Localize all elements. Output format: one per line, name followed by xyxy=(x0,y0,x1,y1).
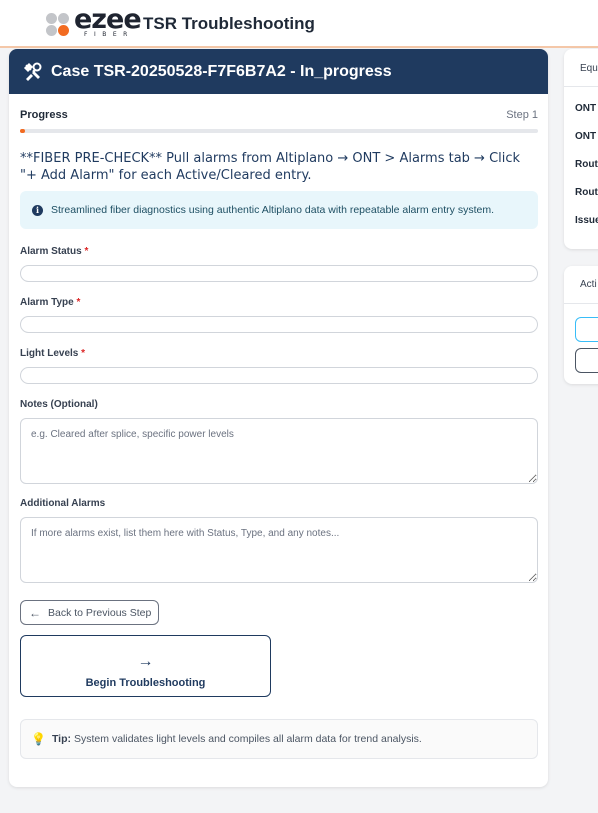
arrow-right-icon: → xyxy=(137,653,154,670)
alarm-type-input[interactable] xyxy=(20,316,538,333)
progress-bar xyxy=(20,129,538,133)
actions-card: Acti xyxy=(564,266,598,384)
tip-label: Tip: xyxy=(51,733,72,745)
alarm-type-label: Alarm Type * xyxy=(20,297,81,308)
equipment-row: Rout xyxy=(575,187,598,198)
case-header: Case TSR-20250528-F7F6B7A2 - In_progress xyxy=(9,49,548,94)
app-title: TSR Troubleshooting xyxy=(143,14,315,33)
actions-card-header: Acti xyxy=(564,266,598,304)
step-instruction: **FIBER PRE-CHECK** Pull alarms from Alt… xyxy=(20,151,521,183)
action-button-primary[interactable] xyxy=(575,317,598,342)
tip-text: System validates light levels and compil… xyxy=(74,733,422,745)
case-card: Case TSR-20250528-F7F6B7A2 - In_progress… xyxy=(9,49,548,787)
begin-troubleshooting-button[interactable]: → Begin Troubleshooting xyxy=(20,635,271,697)
begin-button-label: Begin Troubleshooting xyxy=(85,677,206,689)
top-bar: ezee FIBER TSR Troubleshooting xyxy=(0,0,598,48)
arrow-left-icon: ← xyxy=(29,605,41,620)
alarm-status-input[interactable] xyxy=(20,265,538,282)
info-banner: i Streamlined fiber diagnostics using au… xyxy=(20,191,538,229)
equipment-card: Equ ONT ONT Rout Rout Issue xyxy=(564,49,598,249)
tools-icon xyxy=(23,62,42,81)
step-label: Step 1 xyxy=(506,109,538,121)
info-text: Streamlined fiber diagnostics using auth… xyxy=(51,204,494,216)
alarm-status-label: Alarm Status * xyxy=(20,246,89,257)
additional-alarms-textarea[interactable] xyxy=(20,517,538,583)
back-button[interactable]: ← Back to Previous Step xyxy=(20,600,159,625)
ezee-fiber-logo[interactable]: ezee FIBER xyxy=(46,5,142,39)
info-icon: i xyxy=(32,204,43,216)
equipment-card-header: Equ xyxy=(564,49,598,87)
progress-row: Progress Step 1 xyxy=(20,109,538,121)
progress-label: Progress xyxy=(20,109,68,121)
logo-dots-icon xyxy=(46,11,74,39)
lightbulb-icon: 💡 xyxy=(31,732,46,746)
logo-subtext: FIBER xyxy=(84,31,134,38)
notes-textarea[interactable] xyxy=(20,418,538,484)
light-levels-label: Light Levels * xyxy=(20,348,86,359)
back-button-label: Back to Previous Step xyxy=(48,606,152,619)
case-title: Case TSR-20250528-F7F6B7A2 - In_progress xyxy=(51,62,392,80)
tip-box: 💡 Tip: System validates light levels and… xyxy=(20,719,538,759)
equipment-row: Issue xyxy=(575,215,598,226)
action-button-secondary[interactable] xyxy=(575,348,598,373)
equipment-row: ONT xyxy=(575,131,597,142)
additional-alarms-label: Additional Alarms xyxy=(20,498,106,509)
equipment-row: ONT xyxy=(575,103,597,114)
equipment-row: Rout xyxy=(575,159,598,170)
progress-bar-fill xyxy=(20,129,26,133)
light-levels-input[interactable] xyxy=(20,367,538,384)
notes-label: Notes (Optional) xyxy=(20,399,98,410)
